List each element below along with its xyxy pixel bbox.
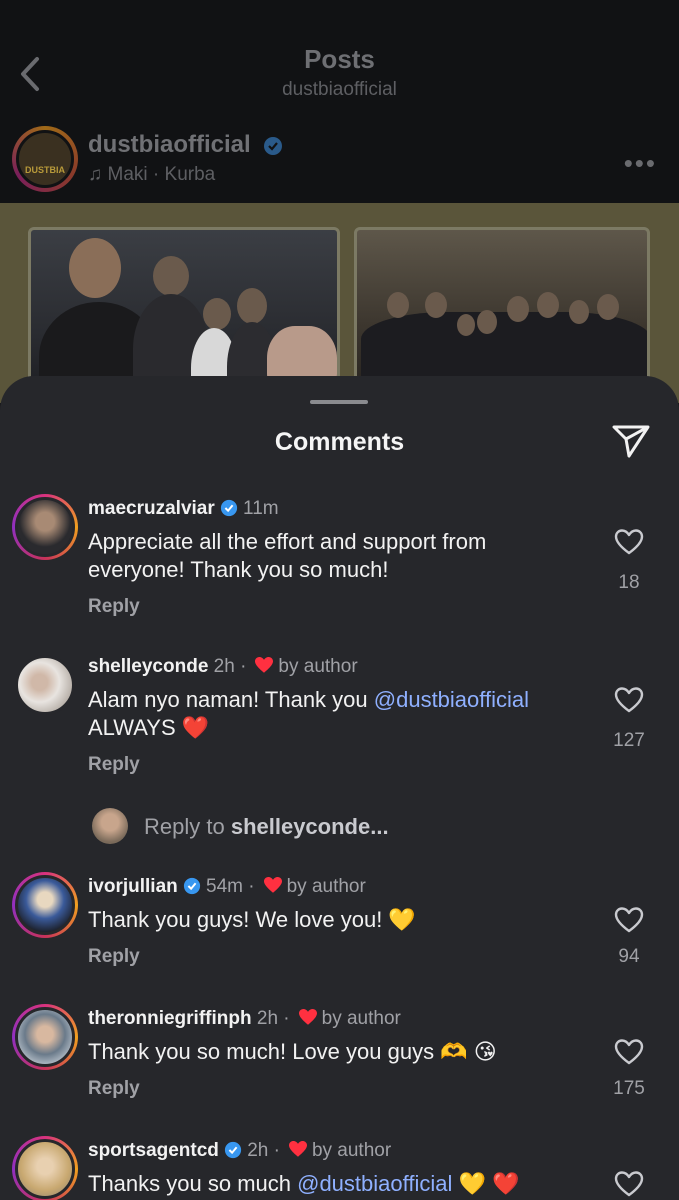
share-button[interactable] bbox=[611, 420, 651, 460]
comment-time: 54m · bbox=[206, 876, 255, 897]
comment-meta: maecruzalviar 11m bbox=[88, 498, 279, 520]
like-count: 127 bbox=[613, 730, 645, 751]
avatar[interactable] bbox=[12, 1004, 78, 1070]
post-media-area bbox=[0, 203, 679, 403]
posts-header: Posts dustbiaofficial bbox=[0, 0, 679, 118]
heart-outline-icon bbox=[614, 687, 644, 713]
heart-outline-icon bbox=[614, 1039, 644, 1065]
avatar-logo-text: DUSTBIA bbox=[25, 165, 65, 175]
comments-title: Comments bbox=[274, 428, 405, 456]
page-title: Posts bbox=[304, 44, 375, 74]
reply-to-prefix: Reply to bbox=[144, 814, 231, 839]
comment-text: Appreciate all the effort and support fr… bbox=[88, 529, 487, 582]
more-options-icon[interactable]: ••• bbox=[624, 148, 657, 179]
heart-filled-icon bbox=[263, 876, 282, 893]
comment-username[interactable]: ivorjullian bbox=[88, 876, 178, 897]
reply-to-label: Reply to shelleyconde... bbox=[144, 814, 389, 840]
like-button[interactable] bbox=[609, 1170, 649, 1198]
post-username[interactable]: dustbiaofficial bbox=[88, 131, 283, 159]
comment-username[interactable]: theronniegriffinph bbox=[88, 1008, 252, 1029]
send-icon bbox=[612, 425, 650, 458]
reply-button[interactable]: Reply bbox=[88, 1078, 140, 1100]
like-button[interactable] bbox=[609, 1038, 649, 1066]
comment-text-part: Alam nyo naman! Thank you bbox=[88, 687, 374, 712]
avatar[interactable] bbox=[12, 1136, 78, 1200]
comment-meta: shelleyconde 2h · by author bbox=[88, 656, 358, 678]
verified-badge-icon bbox=[183, 877, 200, 895]
reply-to-username: shelleyconde... bbox=[230, 814, 389, 839]
heart-outline-icon bbox=[614, 907, 644, 933]
post-music[interactable]: ♫ Maki · Kurba bbox=[88, 164, 215, 186]
like-count: 94 bbox=[618, 946, 640, 967]
like-count: 18 bbox=[618, 572, 640, 593]
by-author-label: by author bbox=[286, 876, 366, 897]
comment-text-part: ALWAYS ❤️ bbox=[88, 715, 210, 740]
comment-text: Alam nyo naman! Thank you @dustbiaoffici… bbox=[88, 686, 588, 742]
comment-meta: ivorjullian 54m · by author bbox=[88, 876, 366, 898]
like-count: 175 bbox=[613, 1078, 645, 1099]
music-label: Maki · Kurba bbox=[107, 164, 216, 185]
heart-outline-icon bbox=[614, 1171, 644, 1197]
avatar[interactable] bbox=[12, 494, 78, 560]
avatar[interactable] bbox=[12, 652, 78, 718]
comment-meta: sportsagentcd 2h · by author bbox=[88, 1140, 391, 1162]
comment-username[interactable]: shelleyconde bbox=[88, 656, 208, 677]
verified-badge-icon bbox=[264, 136, 283, 155]
avatar[interactable] bbox=[12, 872, 78, 938]
comment-meta: theronniegriffinph 2h · by author bbox=[88, 1008, 401, 1030]
page-subtitle: dustbiaofficial bbox=[282, 79, 397, 100]
comment-time: 2h · bbox=[247, 1140, 280, 1161]
comment-username[interactable]: maecruzalviar bbox=[88, 498, 215, 519]
sheet-drag-handle[interactable] bbox=[310, 400, 368, 404]
comment-username[interactable]: sportsagentcd bbox=[88, 1140, 219, 1161]
like-button[interactable] bbox=[609, 906, 649, 934]
by-author-label: by author bbox=[311, 1140, 392, 1161]
comment-time: 11m bbox=[243, 498, 279, 519]
heart-filled-icon bbox=[255, 656, 274, 673]
reply-button[interactable]: Reply bbox=[88, 596, 140, 618]
verified-badge-icon bbox=[224, 1141, 242, 1159]
reply-button[interactable]: Reply bbox=[88, 946, 140, 968]
by-author-label: by author bbox=[278, 656, 358, 677]
by-author-label: by author bbox=[321, 1008, 401, 1029]
post-username-text: dustbiaofficial bbox=[88, 131, 251, 158]
comments-sheet: Comments maecruzalviar 11m Appreciate al… bbox=[0, 376, 679, 1200]
heart-filled-icon bbox=[288, 1140, 307, 1157]
verified-badge-icon bbox=[220, 499, 237, 517]
comment-time: 2h · bbox=[213, 656, 247, 677]
heart-filled-icon bbox=[298, 1008, 317, 1025]
heart-outline-icon bbox=[614, 529, 644, 555]
music-note-icon: ♫ bbox=[88, 164, 103, 185]
avatar bbox=[92, 808, 128, 844]
comment-text-part: Thanks you so much bbox=[88, 1171, 298, 1196]
comment-text: Thank you guys! We love you! 💛 bbox=[88, 907, 416, 932]
like-button[interactable] bbox=[609, 528, 649, 556]
post-author-avatar[interactable]: DUSTBIA bbox=[12, 126, 78, 192]
mention-link[interactable]: @dustbiaofficial bbox=[374, 687, 529, 712]
comment-time: 2h · bbox=[256, 1008, 290, 1029]
post-author-row: DUSTBIA dustbiaofficial ♫ Maki · Kurba •… bbox=[0, 122, 679, 202]
like-button[interactable] bbox=[609, 686, 649, 714]
comment-text: Thanks you so much @dustbiaofficial 💛 ❤️ bbox=[88, 1170, 588, 1198]
reply-button[interactable]: Reply bbox=[88, 754, 140, 776]
comment-text: Thank you so much! Love you guys 🫶 😘 bbox=[88, 1039, 497, 1064]
mention-link[interactable]: @dustbiaofficial bbox=[297, 1171, 452, 1196]
comment-text-part: 💛 ❤️ bbox=[452, 1171, 520, 1196]
